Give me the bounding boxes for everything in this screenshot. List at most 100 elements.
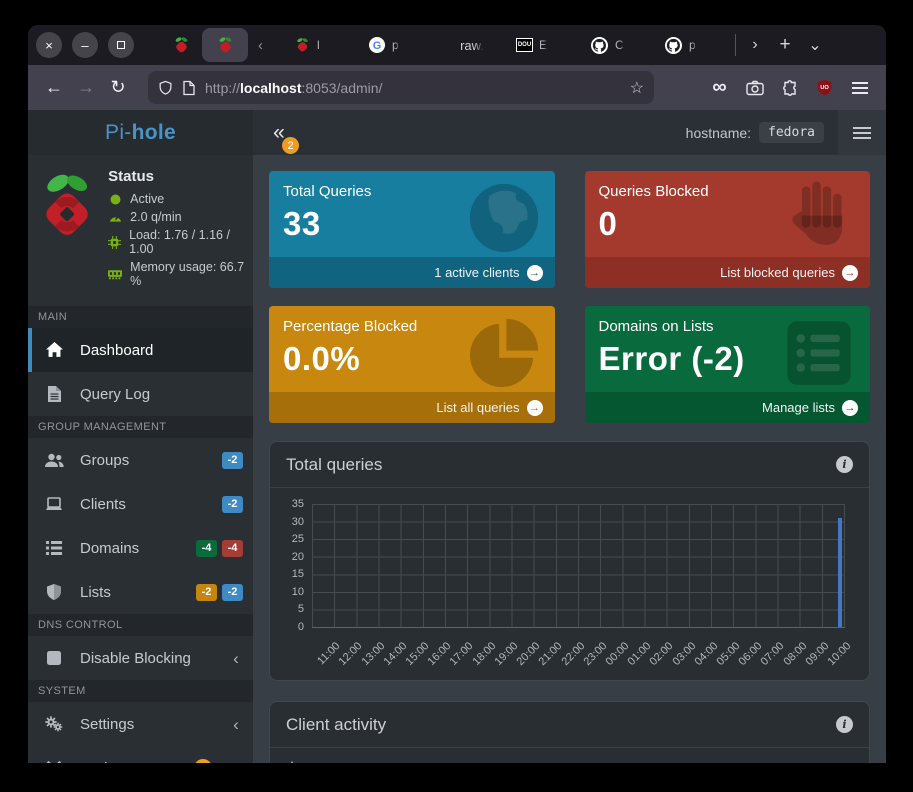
x-tick-label: 06:00 (737, 640, 765, 668)
active-tab-pihole[interactable] (202, 28, 248, 62)
x-tick-label: 19:00 (492, 640, 520, 668)
reload-icon: ↻ (110, 77, 125, 98)
pihole-favicon-icon (173, 36, 190, 54)
tab-label: l (317, 38, 320, 52)
control-sidebar-toggle[interactable] (838, 110, 886, 155)
window-maximize-button[interactable] (108, 32, 134, 58)
chevron-left-icon: ‹ (229, 760, 243, 764)
x-tick-label: 12:00 (337, 640, 365, 668)
app-menu-button[interactable] (843, 73, 876, 103)
card-footer-link[interactable]: 1 active clients → (269, 257, 555, 288)
y-tick-label: 5 (298, 603, 304, 615)
window-minimize-button[interactable]: – (72, 32, 98, 58)
chevron-left-icon: ‹ (229, 650, 243, 667)
pinned-tab-pihole[interactable] (170, 36, 192, 54)
browser-window: × – ‹ (28, 25, 886, 763)
y-tick-label: 4 (288, 760, 294, 763)
pihole-logo[interactable]: Pi-hole (28, 110, 253, 155)
card-value: 0 (599, 205, 871, 243)
url-bar[interactable]: http://localhost:8053/admin/ ☆ (148, 71, 654, 104)
sidebar-item-label: Lists (80, 584, 111, 601)
status-query-rate: 2.0 q/min (108, 210, 245, 224)
back-button[interactable]: ← (38, 73, 70, 103)
scroll-tabs-right-button[interactable]: › (740, 36, 770, 54)
close-icon: × (45, 38, 53, 53)
sidebar-item-clients[interactable]: Clients -2 (28, 482, 253, 526)
tab-google[interactable]: G p (361, 28, 435, 62)
chevron-down-icon: ⌄ (808, 37, 821, 54)
containers-button[interactable]: ∞ (703, 73, 736, 103)
x-tick-label: 18:00 (470, 640, 498, 668)
info-icon[interactable]: i (836, 456, 853, 473)
x-tick-label: 05:00 (714, 640, 742, 668)
card-footer-link[interactable]: List all queries → (269, 392, 555, 423)
clients-count-badge: -2 (222, 496, 243, 513)
forward-button[interactable]: → (70, 73, 102, 103)
sidebar-item-tools[interactable]: Tools 2 ‹ (28, 746, 253, 763)
reload-button[interactable]: ↻ (102, 73, 134, 103)
total-queries-chart[interactable]: 35302520151050 11:0012:0013:0014:0015:00… (282, 494, 857, 680)
tab-github-2[interactable]: p (657, 28, 731, 62)
total-queries-panel: Total queries i 35302520151050 11:0012:0… (269, 441, 870, 681)
gears-icon (28, 716, 80, 732)
x-tick-label: 22:00 (559, 640, 587, 668)
x-tick-label: 02:00 (648, 640, 676, 668)
card-title: Queries Blocked (599, 183, 871, 200)
sidebar-item-groups[interactable]: Groups -2 (28, 438, 253, 482)
browser-toolbar: ← → ↻ http://localhost:8053/admin/ ☆ ∞ (28, 65, 886, 110)
window-close-button[interactable]: × (36, 32, 62, 58)
info-icon[interactable]: i (836, 716, 853, 733)
y-tick-label: 25 (292, 533, 304, 545)
tab-dou[interactable]: DOU E (509, 28, 583, 62)
memory-icon (108, 269, 122, 280)
update-count-badge: 2 (282, 137, 299, 154)
sidebar-item-label: Disable Blocking (80, 650, 191, 667)
x-tick-label: 17:00 (448, 640, 476, 668)
card-title: Total Queries (283, 183, 555, 200)
list-all-tabs-button[interactable]: ⌄ (800, 35, 830, 55)
x-tick-label: 00:00 (603, 640, 631, 668)
scroll-tabs-left-button[interactable]: ‹ (248, 37, 273, 54)
sidebar-section-main: MAIN (28, 306, 253, 328)
extensions-button[interactable] (773, 73, 806, 103)
card-footer-link[interactable]: List blocked queries → (585, 257, 871, 288)
status-memory: Memory usage: 66.7 % (108, 260, 245, 288)
app-body: Status Active 2.0 q/min (28, 155, 886, 763)
tab-raw[interactable]: raw. (435, 28, 509, 62)
chevron-left-icon: ‹ (258, 37, 263, 54)
x-tick-label: 11:00 (315, 640, 342, 667)
panel-title: Client activity (286, 715, 386, 735)
tab-pihole-login[interactable]: l (287, 28, 361, 62)
client-activity-chart: 4 (270, 748, 869, 763)
plus-icon: + (779, 34, 790, 55)
tab-github-1[interactable]: C (583, 28, 657, 62)
new-tab-button[interactable]: + (770, 34, 800, 56)
tab-label: C (615, 38, 624, 52)
card-percentage-blocked: Percentage Blocked 0.0% List all queries… (269, 306, 555, 423)
status-panel: Status Active 2.0 q/min (28, 155, 253, 306)
sidebar-item-dashboard[interactable]: Dashboard (28, 328, 253, 372)
sidebar-item-query-log[interactable]: Query Log (28, 372, 253, 416)
sidebar-item-settings[interactable]: Settings ‹ (28, 702, 253, 746)
sidebar-item-lists[interactable]: Lists -2 -2 (28, 570, 253, 614)
screenshot-root: × – ‹ (0, 0, 913, 792)
query-bar[interactable] (838, 518, 842, 627)
arrow-circle-right-icon: → (842, 400, 858, 416)
screenshot-button[interactable] (738, 73, 771, 103)
card-total-queries: Total Queries 33 1 active clients → (269, 171, 555, 288)
x-tick-label: 09:00 (803, 640, 831, 668)
total-queries-xlabels: 11:0012:0013:0014:0015:0016:0017:0018:00… (312, 634, 845, 680)
tracking-shield-icon (158, 80, 173, 96)
bookmark-star-icon[interactable]: ☆ (630, 78, 644, 98)
dou-favicon-icon: DOU (517, 39, 532, 51)
sidebar-item-disable-blocking[interactable]: Disable Blocking ‹ (28, 636, 253, 680)
sidebar-item-domains[interactable]: Domains -4 -4 (28, 526, 253, 570)
panel-header: Client activity i (270, 702, 869, 748)
card-queries-blocked: Queries Blocked 0 List blocked queries → (585, 171, 871, 288)
card-footer-link[interactable]: Manage lists → (585, 392, 871, 423)
ublock-origin-button[interactable]: UO (808, 73, 841, 103)
tools-count-badge: 2 (194, 759, 212, 763)
tab-label: p (392, 38, 399, 52)
card-value: Error (-2) (599, 340, 871, 378)
lists-warn-badge: -2 (196, 584, 217, 601)
